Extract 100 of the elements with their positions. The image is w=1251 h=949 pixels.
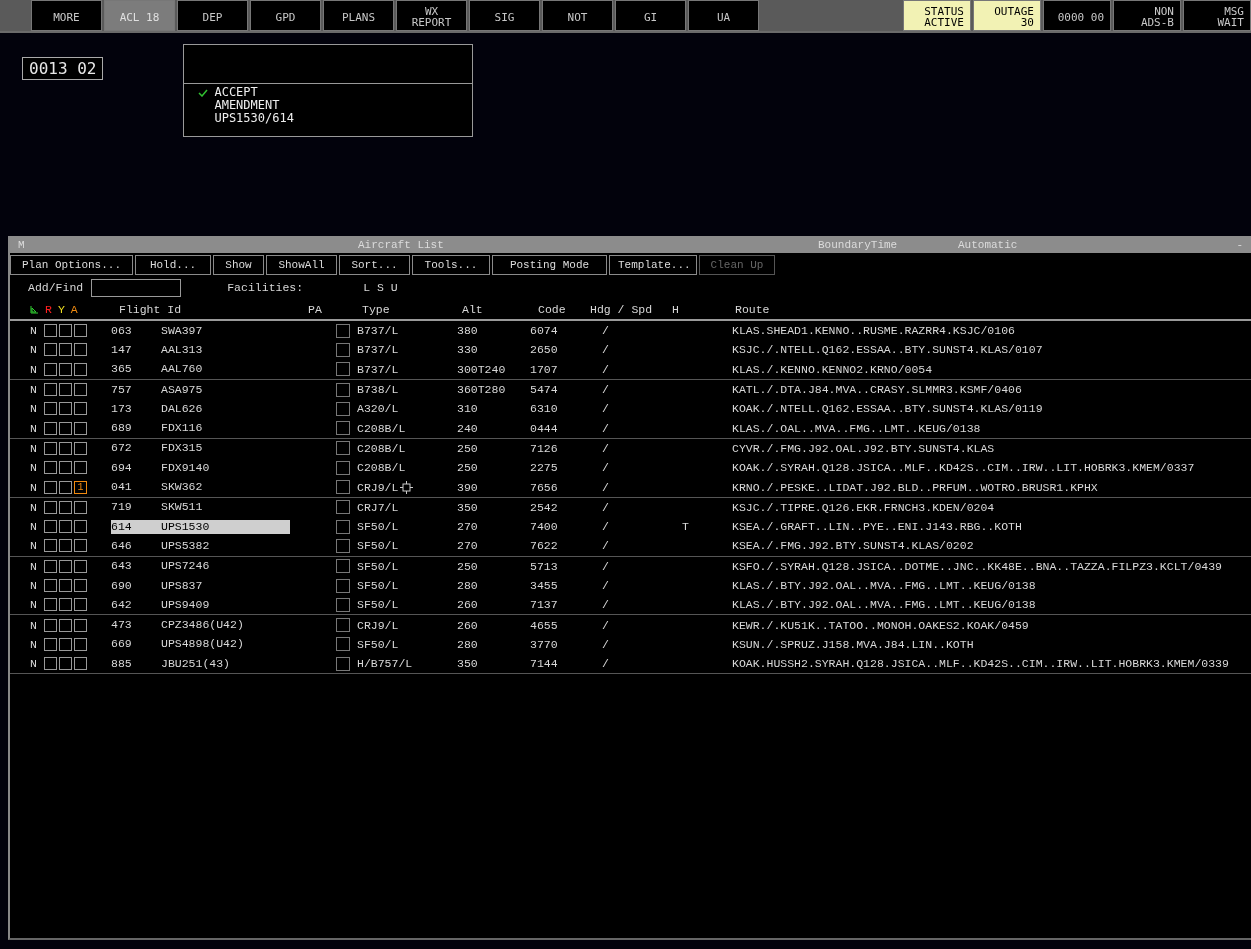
menu-button[interactable]: GPD xyxy=(250,0,321,31)
menu-button[interactable]: MORE xyxy=(31,0,102,31)
column-header[interactable]: PA xyxy=(308,302,322,316)
flight-id[interactable]: FDX9140 xyxy=(161,460,290,475)
flag-box[interactable] xyxy=(74,559,87,573)
checkbox[interactable] xyxy=(336,656,350,671)
column-header[interactable]: Hdg / Spd xyxy=(590,302,653,316)
flight-id[interactable]: DAL626 xyxy=(161,401,290,416)
add-find-field[interactable] xyxy=(91,278,182,297)
flight-id[interactable]: ASA975 xyxy=(161,382,290,397)
flag-box[interactable] xyxy=(44,362,57,376)
flight-id[interactable]: UPS837 xyxy=(161,578,290,593)
flag-box[interactable] xyxy=(44,421,57,435)
flight-id[interactable]: SKW362 xyxy=(161,480,290,494)
flight-id[interactable]: CPZ3486(U42) xyxy=(161,618,290,633)
flag-box[interactable] xyxy=(44,402,57,416)
flight-id[interactable]: FDX315 xyxy=(161,441,290,456)
flag-box[interactable] xyxy=(74,657,87,671)
flag-box[interactable] xyxy=(59,461,72,475)
status-button[interactable]: NON ADS-B xyxy=(1113,0,1181,31)
flag-box[interactable] xyxy=(44,618,57,632)
flag-box[interactable] xyxy=(74,402,87,416)
flag-box[interactable] xyxy=(59,402,72,416)
flag-box[interactable] xyxy=(74,362,87,376)
checkbox[interactable] xyxy=(336,480,350,494)
flag-box[interactable] xyxy=(44,461,57,475)
checkbox[interactable] xyxy=(336,559,350,574)
flag-box[interactable] xyxy=(59,324,72,338)
flag-box[interactable] xyxy=(74,637,87,651)
flag-box[interactable] xyxy=(59,559,72,573)
flag-box[interactable] xyxy=(74,461,87,475)
column-header[interactable]: Route xyxy=(735,302,770,316)
flag-box[interactable] xyxy=(44,637,57,651)
status-button[interactable]: MSG WAIT xyxy=(1183,0,1251,31)
checkbox[interactable] xyxy=(336,401,350,416)
flight-id[interactable]: AAL760 xyxy=(161,362,290,377)
flag-box[interactable] xyxy=(74,383,87,397)
checkbox[interactable] xyxy=(336,362,350,377)
checkbox[interactable] xyxy=(336,597,350,612)
menu-button[interactable]: SIG xyxy=(469,0,540,31)
flag-box[interactable] xyxy=(59,539,72,553)
flag-box[interactable] xyxy=(59,480,72,494)
checkbox[interactable] xyxy=(336,500,350,515)
flag-box[interactable] xyxy=(59,520,72,534)
toolbar-button[interactable]: ShowAll xyxy=(266,255,337,275)
toolbar-button[interactable]: Plan Options... xyxy=(10,255,133,275)
flag-box[interactable] xyxy=(74,441,87,455)
flight-id[interactable]: FDX116 xyxy=(161,421,290,436)
flag-box[interactable] xyxy=(74,500,87,514)
toolbar-button[interactable]: Show xyxy=(213,255,264,275)
toolbar-button[interactable]: Hold... xyxy=(135,255,211,275)
flag-box[interactable] xyxy=(59,637,72,651)
flag-box[interactable] xyxy=(74,421,87,435)
flag-box[interactable] xyxy=(44,559,57,573)
flag-box[interactable] xyxy=(74,520,87,534)
flight-id[interactable]: UPS1530 xyxy=(161,519,290,534)
column-header[interactable]: Code xyxy=(538,302,566,316)
toolbar-button[interactable]: Tools... xyxy=(412,255,490,275)
column-header[interactable]: Alt xyxy=(462,302,483,316)
menu-button[interactable]: DEP xyxy=(177,0,248,31)
flag-box[interactable] xyxy=(59,343,72,357)
checkbox[interactable] xyxy=(336,323,350,338)
flag-box[interactable] xyxy=(59,441,72,455)
flight-id[interactable]: UPS9409 xyxy=(161,597,290,612)
flight-id[interactable]: AAL313 xyxy=(161,342,290,357)
flight-id[interactable]: SKW511 xyxy=(161,500,290,515)
flag-box[interactable] xyxy=(44,324,57,338)
checkbox[interactable] xyxy=(336,441,350,456)
flag-box[interactable] xyxy=(44,657,57,671)
flight-id[interactable]: UPS4898(U42) xyxy=(161,637,290,652)
menu-button[interactable]: GI xyxy=(615,0,686,31)
flag-box[interactable] xyxy=(59,362,72,376)
flag-box[interactable] xyxy=(44,480,57,494)
checkbox[interactable] xyxy=(336,637,350,652)
flag-box[interactable] xyxy=(74,539,87,553)
flag-box[interactable] xyxy=(74,324,87,338)
flight-id[interactable]: JBU251(43) xyxy=(161,656,290,671)
checkbox[interactable] xyxy=(336,382,350,397)
flag-box[interactable] xyxy=(44,598,57,612)
flag-box[interactable] xyxy=(74,579,87,592)
flight-id[interactable]: UPS5382 xyxy=(161,538,290,553)
toolbar-button[interactable]: Posting Mode xyxy=(492,255,607,275)
checkbox[interactable] xyxy=(336,538,350,553)
flag-box[interactable] xyxy=(44,441,57,455)
checkbox[interactable] xyxy=(336,618,350,633)
status-button[interactable]: 0000 00 xyxy=(1043,0,1111,31)
menu-button[interactable]: UA xyxy=(688,0,759,31)
flag-box[interactable] xyxy=(44,539,57,553)
column-header[interactable]: H xyxy=(672,302,679,316)
menu-button[interactable]: NOT xyxy=(542,0,613,31)
flag-box[interactable] xyxy=(74,343,87,357)
toolbar-button[interactable]: Sort... xyxy=(339,255,410,275)
flag-box[interactable] xyxy=(44,579,57,592)
flight-id[interactable]: UPS7246 xyxy=(161,559,290,574)
checkbox[interactable] xyxy=(336,421,350,436)
flag-box[interactable] xyxy=(59,500,72,514)
flight-id[interactable]: SWA397 xyxy=(161,323,290,338)
flag-box[interactable] xyxy=(59,657,72,671)
flag-box[interactable] xyxy=(74,618,87,632)
flag-box[interactable] xyxy=(59,383,72,397)
